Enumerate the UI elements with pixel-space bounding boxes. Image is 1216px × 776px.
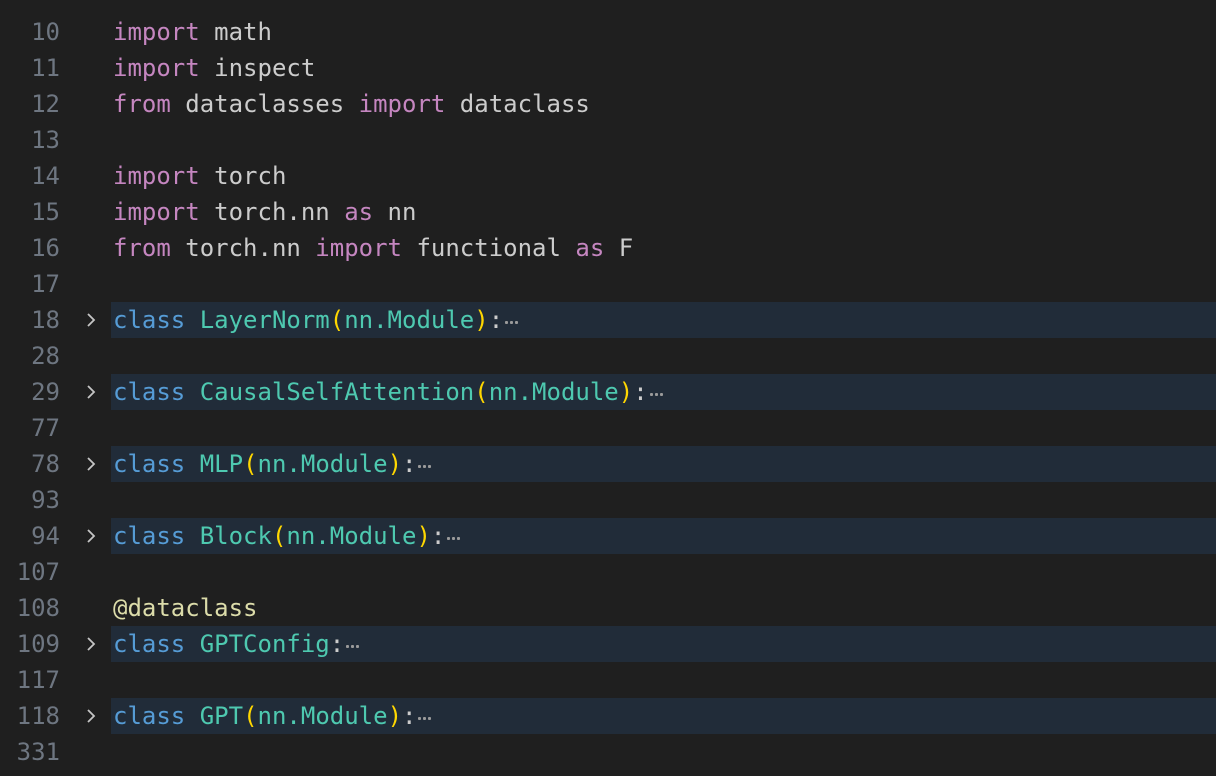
- code-text[interactable]: @dataclass: [113, 590, 258, 626]
- line-number: 118: [16, 702, 60, 730]
- line-number: 18: [31, 306, 60, 334]
- line-number: 117: [16, 666, 60, 694]
- code-text[interactable]: class GPTConfig:: [113, 626, 360, 662]
- line-number: 13: [31, 126, 60, 154]
- folded-code-line[interactable]: 109 class GPTConfig:: [0, 626, 1216, 662]
- ellipsis-icon[interactable]: [416, 446, 432, 482]
- ellipsis-icon[interactable]: [344, 626, 360, 662]
- line-number: 14: [31, 162, 60, 190]
- code-text[interactable]: class CausalSelfAttention(nn.Module):: [113, 374, 664, 410]
- chevron-right-icon[interactable]: [80, 518, 102, 554]
- line-number: 29: [31, 378, 60, 406]
- code-text[interactable]: import torch.nn as nn: [113, 194, 416, 230]
- line-number: 11: [31, 54, 60, 82]
- code-text[interactable]: import inspect: [113, 50, 315, 86]
- code-line[interactable]: 93: [0, 482, 1216, 518]
- line-number: 94: [31, 522, 60, 550]
- code-text[interactable]: import math: [113, 14, 272, 50]
- code-line[interactable]: 117: [0, 662, 1216, 698]
- code-text[interactable]: class MLP(nn.Module):: [113, 446, 432, 482]
- code-line[interactable]: 15 import torch.nn as nn: [0, 194, 1216, 230]
- line-number: 93: [31, 486, 60, 514]
- chevron-right-icon[interactable]: [80, 302, 102, 338]
- code-line[interactable]: 331: [0, 734, 1216, 770]
- ellipsis-icon[interactable]: [445, 518, 461, 554]
- line-number: 10: [31, 18, 60, 46]
- chevron-right-icon[interactable]: [80, 698, 102, 734]
- folded-code-line[interactable]: 94 class Block(nn.Module):: [0, 518, 1216, 554]
- chevron-right-icon[interactable]: [80, 446, 102, 482]
- chevron-right-icon[interactable]: [80, 626, 102, 662]
- line-number: 77: [31, 414, 60, 442]
- code-text[interactable]: class Block(nn.Module):: [113, 518, 461, 554]
- folded-code-line[interactable]: 78 class MLP(nn.Module):: [0, 446, 1216, 482]
- line-number: 78: [31, 450, 60, 478]
- code-line[interactable]: 107: [0, 554, 1216, 590]
- code-line[interactable]: 13: [0, 122, 1216, 158]
- code-text[interactable]: from torch.nn import functional as F: [113, 230, 633, 266]
- chevron-right-icon[interactable]: [80, 374, 102, 410]
- ellipsis-icon[interactable]: [503, 302, 519, 338]
- code-line[interactable]: 28: [0, 338, 1216, 374]
- code-line[interactable]: 16 from torch.nn import functional as F: [0, 230, 1216, 266]
- code-text[interactable]: class LayerNorm(nn.Module):: [113, 302, 519, 338]
- folded-code-line[interactable]: 18 class LayerNorm(nn.Module):: [0, 302, 1216, 338]
- line-number: 17: [31, 270, 60, 298]
- code-line[interactable]: 17: [0, 266, 1216, 302]
- line-number: 107: [16, 558, 60, 586]
- code-line[interactable]: 14 import torch: [0, 158, 1216, 194]
- code-editor[interactable]: 10 import math 11 import inspect 12 from…: [0, 0, 1216, 776]
- code-text[interactable]: import torch: [113, 158, 286, 194]
- line-number: 28: [31, 342, 60, 370]
- line-number: 331: [16, 738, 60, 766]
- line-number: 109: [16, 630, 60, 658]
- line-number: 15: [31, 198, 60, 226]
- code-text[interactable]: from dataclasses import dataclass: [113, 86, 590, 122]
- line-number: 108: [16, 594, 60, 622]
- code-line[interactable]: 11 import inspect: [0, 50, 1216, 86]
- ellipsis-icon[interactable]: [648, 374, 664, 410]
- folded-code-line[interactable]: 29 class CausalSelfAttention(nn.Module):: [0, 374, 1216, 410]
- code-line[interactable]: 77: [0, 410, 1216, 446]
- code-line[interactable]: 108 @dataclass: [0, 590, 1216, 626]
- ellipsis-icon[interactable]: [416, 698, 432, 734]
- line-number: 16: [31, 234, 60, 262]
- decorator: @dataclass: [113, 594, 258, 622]
- code-line[interactable]: 10 import math: [0, 14, 1216, 50]
- code-text[interactable]: class GPT(nn.Module):: [113, 698, 432, 734]
- line-number: 12: [31, 90, 60, 118]
- folded-code-line[interactable]: 118 class GPT(nn.Module):: [0, 698, 1216, 734]
- code-line[interactable]: 12 from dataclasses import dataclass: [0, 86, 1216, 122]
